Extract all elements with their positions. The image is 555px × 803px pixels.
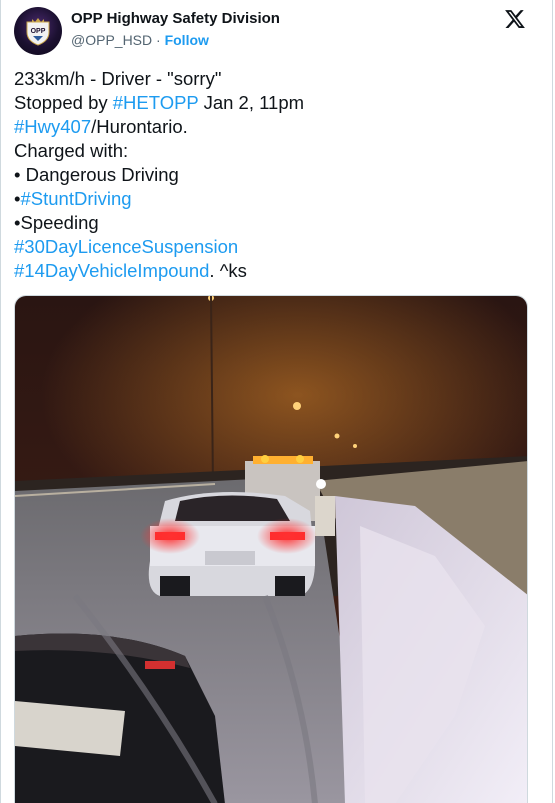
tweet-text-segment: . ^ks bbox=[209, 260, 247, 281]
display-name[interactable]: OPP Highway Safety Division bbox=[71, 10, 280, 27]
author-meta: @OPP_HSD · Follow bbox=[71, 32, 280, 48]
tweet-line: Charged with: bbox=[14, 140, 129, 161]
hashtag-link[interactable]: #Hwy407 bbox=[14, 116, 91, 137]
x-logo-icon[interactable] bbox=[504, 8, 526, 30]
meta-separator: · bbox=[156, 32, 161, 48]
tweet-line: Stopped by #HETOPP Jan 2, 11pm bbox=[14, 91, 534, 115]
follow-button[interactable]: Follow bbox=[165, 32, 209, 48]
opp-crest-icon: OPP bbox=[26, 18, 50, 46]
tweet-text: 233km/h - Driver - "sorry" Stopped by #H… bbox=[14, 67, 534, 283]
tweet-line: #30DayLicenceSuspension bbox=[14, 235, 534, 259]
tweet-line: #Hwy407/Hurontario. bbox=[14, 115, 534, 139]
tweet-line: •#StuntDriving bbox=[14, 187, 534, 211]
tweet-card: OPP OPP Highway Safety Division @OPP_HSD… bbox=[0, 0, 553, 803]
tweet-line: •Speeding bbox=[14, 212, 99, 233]
tweet-line: 233km/h - Driver - "sorry" bbox=[14, 68, 222, 89]
tweet-photo[interactable] bbox=[14, 295, 528, 803]
handle[interactable]: @OPP_HSD bbox=[71, 32, 152, 48]
tweet-line: #14DayVehicleImpound. ^ks bbox=[14, 259, 534, 283]
tweet-line: • Dangerous Driving bbox=[14, 164, 179, 185]
svg-text:OPP: OPP bbox=[31, 28, 46, 35]
hashtag-link[interactable]: #StuntDriving bbox=[20, 188, 131, 209]
tweet-text-segment: /Hurontario. bbox=[91, 116, 188, 137]
tweet-text-segment: Jan 2, 11pm bbox=[198, 92, 305, 113]
avatar[interactable]: OPP bbox=[14, 7, 62, 55]
author-block: OPP Highway Safety Division @OPP_HSD · F… bbox=[71, 10, 280, 48]
tweet-text-segment: Stopped by bbox=[14, 92, 113, 113]
roadside-stop-photo bbox=[15, 296, 527, 803]
hashtag-link[interactable]: #30DayLicenceSuspension bbox=[14, 236, 238, 257]
hashtag-link[interactable]: #14DayVehicleImpound bbox=[14, 260, 209, 281]
hashtag-link[interactable]: #HETOPP bbox=[113, 92, 199, 113]
